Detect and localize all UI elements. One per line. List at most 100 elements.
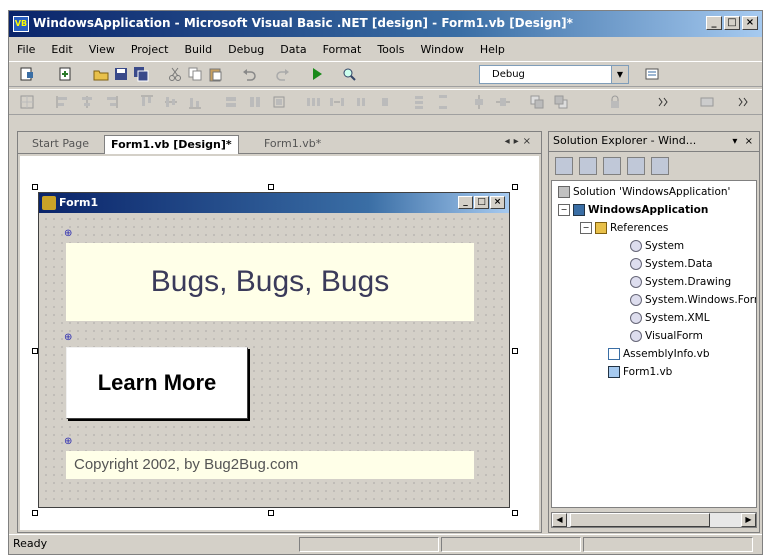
view-code-icon[interactable] bbox=[555, 157, 573, 175]
tab-form1-design[interactable]: Form1.vb [Design]* bbox=[104, 135, 239, 154]
collapse-icon[interactable]: − bbox=[558, 204, 570, 216]
cut-icon[interactable] bbox=[167, 66, 183, 82]
bring-to-front-icon[interactable] bbox=[529, 94, 545, 110]
tab-start-page[interactable]: Start Page bbox=[26, 135, 95, 153]
form-designer-surface[interactable]: Form1 _ □ × ⊕ Bugs, Bugs, Bugs ⊕ Learn M… bbox=[20, 156, 539, 530]
resize-handle-ne[interactable] bbox=[512, 184, 518, 190]
toolbar-overflow-icon[interactable] bbox=[655, 94, 671, 110]
form1-client-area[interactable]: ⊕ Bugs, Bugs, Bugs ⊕ Learn More ⊕ Copyri… bbox=[42, 215, 506, 504]
decrease-horizontal-spacing-icon[interactable] bbox=[353, 94, 369, 110]
resize-handle-e[interactable] bbox=[512, 348, 518, 354]
add-item-icon[interactable] bbox=[57, 66, 73, 82]
tree-node-ref-visualform[interactable]: VisualForm bbox=[630, 327, 703, 345]
center-horizontally-icon[interactable] bbox=[471, 94, 487, 110]
save-icon[interactable] bbox=[113, 66, 129, 82]
show-all-files-icon[interactable] bbox=[627, 157, 645, 175]
properties-icon[interactable] bbox=[651, 157, 669, 175]
align-centers-icon[interactable] bbox=[79, 94, 95, 110]
tree-node-solution[interactable]: Solution 'WindowsApplication' bbox=[558, 183, 730, 201]
resize-handle-se[interactable] bbox=[512, 510, 518, 516]
menu-window[interactable]: Window bbox=[420, 43, 463, 56]
menu-project[interactable]: Project bbox=[131, 43, 169, 56]
menu-debug[interactable]: Debug bbox=[228, 43, 264, 56]
control-glyph-icon: ⊕ bbox=[64, 436, 73, 447]
tree-node-assemblyinfo[interactable]: AssemblyInfo.vb bbox=[608, 345, 710, 363]
save-all-icon[interactable] bbox=[133, 66, 149, 82]
view-designer-icon[interactable] bbox=[579, 157, 597, 175]
resize-handle-s[interactable] bbox=[268, 510, 274, 516]
menu-bar: File Edit View Project Build Debug Data … bbox=[9, 39, 762, 59]
form1-window[interactable]: Form1 _ □ × ⊕ Bugs, Bugs, Bugs ⊕ Learn M… bbox=[38, 192, 510, 508]
close-button[interactable]: × bbox=[742, 16, 758, 30]
increase-vertical-spacing-icon[interactable] bbox=[435, 94, 451, 110]
maximize-button[interactable]: □ bbox=[724, 16, 740, 30]
toolbar-chevron-icon[interactable] bbox=[735, 94, 751, 110]
remove-horizontal-spacing-icon[interactable] bbox=[377, 94, 393, 110]
menu-edit[interactable]: Edit bbox=[51, 43, 72, 56]
make-same-height-icon[interactable] bbox=[247, 94, 263, 110]
resize-handle-nw[interactable] bbox=[32, 184, 38, 190]
send-to-back-icon[interactable] bbox=[553, 94, 569, 110]
make-same-width-icon[interactable] bbox=[223, 94, 239, 110]
open-folder-icon[interactable] bbox=[93, 66, 109, 82]
tree-node-references[interactable]: − References bbox=[580, 219, 668, 237]
menu-help[interactable]: Help bbox=[480, 43, 505, 56]
copy-icon[interactable] bbox=[187, 66, 203, 82]
menu-view[interactable]: View bbox=[89, 43, 115, 56]
start-debug-icon[interactable] bbox=[309, 66, 325, 82]
align-rights-icon[interactable] bbox=[103, 94, 119, 110]
redo-icon[interactable] bbox=[275, 66, 291, 82]
center-vertically-icon[interactable] bbox=[495, 94, 511, 110]
menu-file[interactable]: File bbox=[17, 43, 35, 56]
solution-tree[interactable]: Solution 'WindowsApplication' − WindowsAp… bbox=[551, 180, 757, 508]
vertical-spacing-icon[interactable] bbox=[411, 94, 427, 110]
scroll-right-icon[interactable]: ▶ bbox=[741, 513, 756, 527]
refresh-icon[interactable] bbox=[603, 157, 621, 175]
ide-window: VB WindowsApplication - Microsoft Visual… bbox=[8, 10, 763, 555]
pin-close-icon[interactable]: ▾ × bbox=[732, 133, 755, 151]
menu-tools[interactable]: Tools bbox=[377, 43, 404, 56]
status-pane bbox=[441, 537, 581, 552]
resize-handle-n[interactable] bbox=[268, 184, 274, 190]
toolbar-options-icon[interactable] bbox=[699, 94, 715, 110]
paste-icon[interactable] bbox=[207, 66, 223, 82]
align-to-grid-icon[interactable] bbox=[19, 94, 35, 110]
horizontal-scrollbar[interactable]: ◀ ▶ bbox=[551, 512, 757, 528]
scroll-thumb[interactable] bbox=[570, 513, 710, 527]
make-same-size-icon[interactable] bbox=[271, 94, 287, 110]
tree-node-form1[interactable]: Form1.vb bbox=[608, 363, 672, 381]
align-bottoms-icon[interactable] bbox=[187, 94, 203, 110]
status-pane bbox=[299, 537, 439, 552]
align-middles-icon[interactable] bbox=[163, 94, 179, 110]
collapse-icon[interactable]: − bbox=[580, 222, 592, 234]
undo-icon[interactable] bbox=[241, 66, 257, 82]
lock-controls-icon[interactable] bbox=[607, 94, 623, 110]
find-icon[interactable] bbox=[341, 66, 357, 82]
properties-icon[interactable] bbox=[644, 66, 660, 82]
menu-data[interactable]: Data bbox=[280, 43, 306, 56]
chevron-down-icon[interactable]: ▼ bbox=[611, 66, 628, 83]
align-tops-icon[interactable] bbox=[139, 94, 155, 110]
horizontal-spacing-icon[interactable] bbox=[305, 94, 321, 110]
resize-handle-sw[interactable] bbox=[32, 510, 38, 516]
tree-node-ref-xml[interactable]: System.XML bbox=[630, 309, 710, 327]
copyright-label[interactable]: Copyright 2002, by Bug2Bug.com bbox=[66, 451, 474, 479]
learn-more-button[interactable]: Learn More bbox=[66, 347, 248, 419]
solution-config-combo[interactable]: Debug ▼ bbox=[479, 65, 629, 84]
bugs-label[interactable]: Bugs, Bugs, Bugs bbox=[66, 243, 474, 321]
menu-format[interactable]: Format bbox=[323, 43, 362, 56]
tree-node-ref-data[interactable]: System.Data bbox=[630, 255, 713, 273]
tree-node-ref-drawing[interactable]: System.Drawing bbox=[630, 273, 731, 291]
increase-horizontal-spacing-icon[interactable] bbox=[329, 94, 345, 110]
tree-node-ref-system[interactable]: System bbox=[630, 237, 684, 255]
tab-scroll-controls[interactable]: ◂▸× bbox=[505, 136, 535, 147]
tab-form1-code[interactable]: Form1.vb* bbox=[258, 135, 327, 153]
tree-node-ref-windows[interactable]: System.Windows.Forms bbox=[630, 291, 756, 309]
align-lefts-icon[interactable] bbox=[55, 94, 71, 110]
solution-explorer-title: Solution Explorer - Wind... bbox=[553, 134, 697, 147]
tree-node-project[interactable]: − WindowsApplication bbox=[558, 201, 708, 219]
minimize-button[interactable]: _ bbox=[706, 16, 722, 30]
new-project-icon[interactable] bbox=[19, 66, 35, 82]
menu-build[interactable]: Build bbox=[184, 43, 212, 56]
scroll-left-icon[interactable]: ◀ bbox=[552, 513, 567, 527]
